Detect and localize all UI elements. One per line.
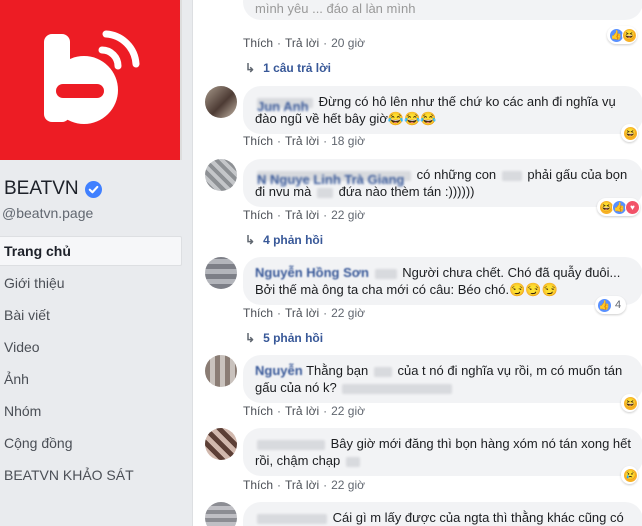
nav-item-groups[interactable]: Nhóm <box>0 396 182 428</box>
reaction-summary[interactable]: 😆 <box>621 124 638 142</box>
page-sidebar: BEATVN @beatvn.page Trang chủ Giới thiệu… <box>0 0 190 526</box>
comment-actions: Thích · Trả lời · 22 giờ <box>243 404 365 418</box>
beatvn-logo-icon <box>44 30 140 124</box>
comment-time[interactable]: 20 giờ <box>331 36 365 50</box>
like-link[interactable]: Thích <box>243 208 273 222</box>
sad-icon: 😢 <box>623 467 638 483</box>
comment-author[interactable] <box>257 513 327 524</box>
reaction-summary[interactable]: 😆 👍 ♥ <box>597 198 640 216</box>
reply-link[interactable]: Trả lời <box>285 36 319 50</box>
reaction-count: 4 <box>615 299 622 311</box>
comment-author[interactable] <box>257 439 325 450</box>
comment-bubble: Cái gì m lấy được của ngta thì thằng khá… <box>243 502 642 526</box>
comment-author[interactable]: Jun Anh <box>257 97 313 114</box>
avatar[interactable] <box>205 428 237 460</box>
comment-actions: Thích · Trả lời · 20 giờ <box>243 36 365 50</box>
comment-bubble: Bây giờ mới đăng thì bọn hàng xóm nó tán… <box>243 428 642 476</box>
avatar[interactable] <box>205 159 237 191</box>
comment-text: Thằng bạn <box>306 363 369 378</box>
comment-text: mình yêu ... đáo al làn mình <box>255 1 416 16</box>
comment-actions: Thích · Trả lời · 22 giờ <box>243 306 365 320</box>
comment-time[interactable]: 22 giờ <box>331 478 365 492</box>
avatar[interactable] <box>205 257 237 289</box>
reply-link[interactable]: Trả lời <box>285 208 319 222</box>
haha-icon: 😆 <box>623 395 638 411</box>
comment-time[interactable]: 18 giờ <box>331 134 365 148</box>
avatar[interactable] <box>205 355 237 387</box>
nav-item-videos[interactable]: Video <box>0 332 182 364</box>
page-name-text[interactable]: BEATVN <box>4 178 79 200</box>
haha-icon: 😆 <box>622 27 637 43</box>
comment-bubble: mình yêu ... đáo al làn mình <box>243 0 642 20</box>
love-icon: ♥ <box>625 199 640 215</box>
like-link[interactable]: Thích <box>243 36 273 50</box>
comment-time[interactable]: 22 giờ <box>331 306 365 320</box>
avatar[interactable] <box>205 502 237 526</box>
page-profile-picture[interactable] <box>0 0 182 160</box>
like-link[interactable]: Thích <box>243 404 273 418</box>
comment-bubble: N Nguye Linh Trà Giang có những con phải… <box>243 159 642 207</box>
reply-link[interactable]: Trả lời <box>285 478 319 492</box>
comment-actions: Thích · Trả lời · 22 giờ <box>243 208 365 222</box>
reaction-summary[interactable]: 😢 <box>621 466 638 484</box>
reply-link[interactable]: Trả lời <box>285 306 319 320</box>
reaction-summary[interactable]: 👍 4 <box>595 296 627 314</box>
reply-arrow-icon: ↳ <box>245 61 256 75</box>
comment-actions: Thích · Trả lời · 18 giờ <box>243 134 365 148</box>
comment-author[interactable]: Nguyễn <box>255 363 303 378</box>
avatar[interactable] <box>205 86 237 118</box>
like-link[interactable]: Thích <box>243 478 273 492</box>
comments-panel: mình yêu ... đáo al làn mình Thích · Trả l… <box>192 0 642 526</box>
comment-bubble: Nguyễn Thằng bạn của t nó đi nghĩa vụ rồ… <box>243 355 642 403</box>
comment-time[interactable]: 22 giờ <box>331 404 365 418</box>
view-replies-link[interactable]: ↳ 4 phản hồi <box>245 233 323 247</box>
nav-item-home[interactable]: Trang chủ <box>0 236 182 266</box>
nav-item-community[interactable]: Cộng đồng <box>0 428 182 460</box>
comment-text: có những con <box>416 167 497 182</box>
nav-item-survey[interactable]: BEATVN KHẢO SÁT <box>0 460 182 492</box>
reply-link[interactable]: Trả lời <box>285 134 319 148</box>
nav-item-about[interactable]: Giới thiệu <box>0 268 182 300</box>
reaction-summary[interactable]: 👍 😆 <box>607 26 637 44</box>
comment-bubble: Nguyễn Hồng Sơn Người chưa chết. Chó đã … <box>243 257 642 305</box>
like-icon: 👍 <box>597 297 612 313</box>
view-replies-link[interactable]: ↳ 1 câu trả lời <box>245 61 331 75</box>
haha-icon: 😆 <box>623 125 638 141</box>
nav-item-posts[interactable]: Bài viết <box>0 300 182 332</box>
comment-actions: Thích · Trả lời · 22 giờ <box>243 478 365 492</box>
reply-arrow-icon: ↳ <box>245 331 256 345</box>
comment-bubble: Jun Anh Đừng có hô lên như thế chứ ko cá… <box>243 86 642 134</box>
comment-author[interactable]: Nguyễn Hồng Sơn <box>255 265 369 280</box>
page-nav: Trang chủ Giới thiệu Bài viết Video Ảnh … <box>0 236 182 492</box>
page-title[interactable]: BEATVN <box>4 178 102 200</box>
reply-arrow-icon: ↳ <box>245 233 256 247</box>
like-link[interactable]: Thích <box>243 306 273 320</box>
reaction-summary[interactable]: 😆 <box>621 394 638 412</box>
page-handle[interactable]: @beatvn.page <box>2 205 93 221</box>
verified-badge-icon <box>84 180 102 198</box>
view-replies-link[interactable]: ↳ 5 phản hồi <box>245 331 323 345</box>
comment-author[interactable]: N Nguye Linh Trà Giang <box>257 170 411 187</box>
like-link[interactable]: Thích <box>243 134 273 148</box>
reply-link[interactable]: Trả lời <box>285 404 319 418</box>
comment-time[interactable]: 22 giờ <box>331 208 365 222</box>
nav-item-photos[interactable]: Ảnh <box>0 364 182 396</box>
